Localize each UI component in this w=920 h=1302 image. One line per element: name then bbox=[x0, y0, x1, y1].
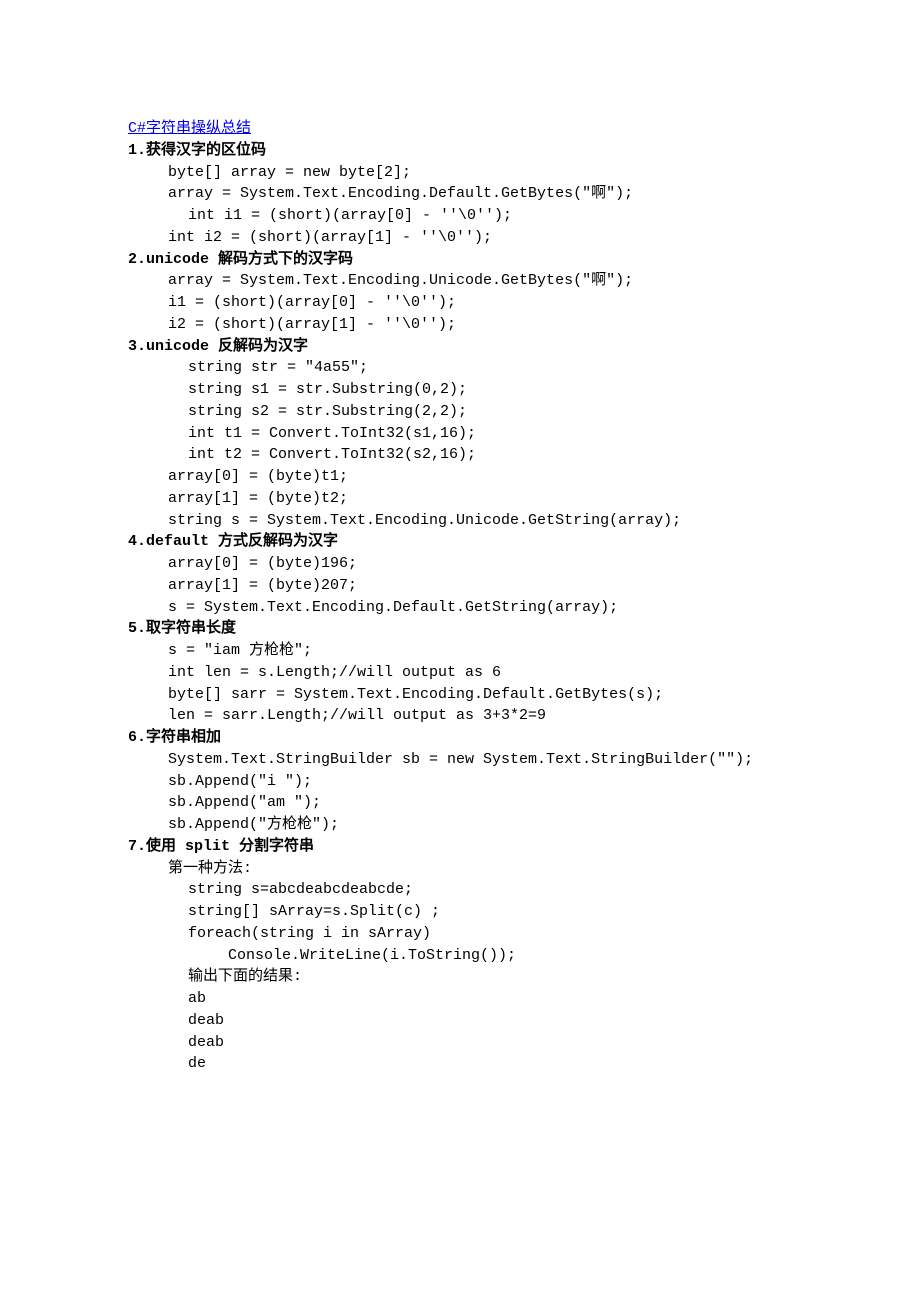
code-line: sb.Append("方枪枪"); bbox=[128, 814, 860, 836]
code-line: array[0] = (byte)196; bbox=[128, 553, 860, 575]
section-1: 1.获得汉字的区位码 byte[] array = new byte[2]; a… bbox=[128, 140, 860, 249]
section-7: 7.使用 split 分割字符串 第一种方法: string s=abcdeab… bbox=[128, 836, 860, 1075]
section-4: 4.default 方式反解码为汉字 array[0] = (byte)196;… bbox=[128, 531, 860, 618]
code-line: s = "iam 方枪枪"; bbox=[128, 640, 860, 662]
section-3: 3.unicode 反解码为汉字 string str = "4a55"; st… bbox=[128, 336, 860, 532]
code-line: byte[] sarr = System.Text.Encoding.Defau… bbox=[128, 684, 860, 706]
code-line: string s=abcdeabcdeabcde; bbox=[128, 879, 860, 901]
code-line: array[1] = (byte)t2; bbox=[128, 488, 860, 510]
code-line: s = System.Text.Encoding.Default.GetStri… bbox=[128, 597, 860, 619]
code-line: byte[] array = new byte[2]; bbox=[128, 162, 860, 184]
code-line: len = sarr.Length;//will output as 3+3*2… bbox=[128, 705, 860, 727]
code-line: Console.WriteLine(i.ToString()); bbox=[128, 945, 860, 967]
code-line: string str = "4a55"; bbox=[128, 357, 860, 379]
code-line: 第一种方法: bbox=[128, 858, 860, 880]
code-line: de bbox=[128, 1053, 860, 1075]
section-heading: 1.获得汉字的区位码 bbox=[128, 140, 860, 162]
code-line: int i1 = (short)(array[0] - ''\0''); bbox=[128, 205, 860, 227]
code-line: deab bbox=[128, 1032, 860, 1054]
code-line: foreach(string i in sArray) bbox=[128, 923, 860, 945]
code-line: sb.Append("am "); bbox=[128, 792, 860, 814]
section-heading: 3.unicode 反解码为汉字 bbox=[128, 336, 860, 358]
code-line: array = System.Text.Encoding.Default.Get… bbox=[128, 183, 860, 205]
code-line: int t2 = Convert.ToInt32(s2,16); bbox=[128, 444, 860, 466]
section-6: 6.字符串相加 System.Text.StringBuilder sb = n… bbox=[128, 727, 860, 836]
section-heading: 2.unicode 解码方式下的汉字码 bbox=[128, 249, 860, 271]
page-title: C#字符串操纵总结 bbox=[128, 118, 860, 140]
code-line: array[0] = (byte)t1; bbox=[128, 466, 860, 488]
title-link[interactable]: C#字符串操纵总结 bbox=[128, 120, 251, 137]
section-heading: 7.使用 split 分割字符串 bbox=[128, 836, 860, 858]
code-line: i2 = (short)(array[1] - ''\0''); bbox=[128, 314, 860, 336]
code-line: array[1] = (byte)207; bbox=[128, 575, 860, 597]
code-line: sb.Append("i "); bbox=[128, 771, 860, 793]
section-2: 2.unicode 解码方式下的汉字码 array = System.Text.… bbox=[128, 249, 860, 336]
section-heading: 6.字符串相加 bbox=[128, 727, 860, 749]
section-5: 5.取字符串长度 s = "iam 方枪枪"; int len = s.Leng… bbox=[128, 618, 860, 727]
code-line: int i2 = (short)(array[1] - ''\0''); bbox=[128, 227, 860, 249]
code-line: string s2 = str.Substring(2,2); bbox=[128, 401, 860, 423]
code-line: 输出下面的结果: bbox=[128, 966, 860, 988]
document-page: C#字符串操纵总结 1.获得汉字的区位码 byte[] array = new … bbox=[0, 0, 920, 1302]
code-line: System.Text.StringBuilder sb = new Syste… bbox=[128, 749, 860, 771]
code-line: string s = System.Text.Encoding.Unicode.… bbox=[128, 510, 860, 532]
code-line: i1 = (short)(array[0] - ''\0''); bbox=[128, 292, 860, 314]
code-line: ab bbox=[128, 988, 860, 1010]
code-line: string s1 = str.Substring(0,2); bbox=[128, 379, 860, 401]
code-line: string[] sArray=s.Split(c) ; bbox=[128, 901, 860, 923]
code-line: array = System.Text.Encoding.Unicode.Get… bbox=[128, 270, 860, 292]
section-heading: 4.default 方式反解码为汉字 bbox=[128, 531, 860, 553]
code-line: int len = s.Length;//will output as 6 bbox=[128, 662, 860, 684]
section-heading: 5.取字符串长度 bbox=[128, 618, 860, 640]
code-line: int t1 = Convert.ToInt32(s1,16); bbox=[128, 423, 860, 445]
code-line: deab bbox=[128, 1010, 860, 1032]
